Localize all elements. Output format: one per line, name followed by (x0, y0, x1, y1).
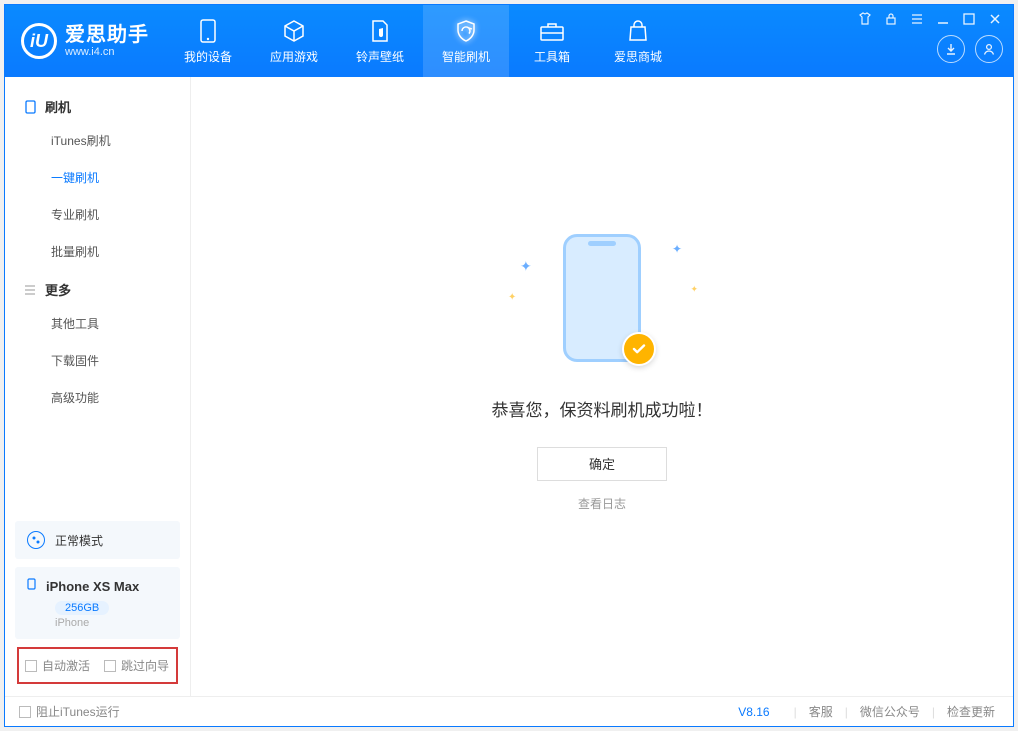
music-file-icon (367, 18, 393, 44)
nav-label: 爱思商城 (614, 48, 662, 65)
device-type: iPhone (55, 617, 168, 629)
nav-label: 我的设备 (184, 48, 232, 65)
device-icon (27, 577, 36, 595)
ok-button[interactable]: 确定 (537, 447, 667, 481)
nav-store[interactable]: 爱思商城 (595, 5, 681, 77)
sidebar-item-download-fw[interactable]: 下载固件 (5, 342, 190, 379)
mode-label: 正常模式 (55, 532, 103, 549)
view-log-link[interactable]: 查看日志 (578, 495, 626, 512)
group-title: 更多 (45, 280, 71, 299)
footer-update-link[interactable]: 检查更新 (943, 703, 999, 720)
nav-label: 工具箱 (534, 48, 570, 65)
nav-apps[interactable]: 应用游戏 (251, 5, 337, 77)
sidebar-item-advanced[interactable]: 高级功能 (5, 379, 190, 416)
sparkle-icon: ✦ (672, 242, 682, 256)
device-capacity: 256GB (55, 601, 109, 615)
sidebar: 刷机 iTunes刷机 一键刷机 专业刷机 批量刷机 更多 其他工具 下载固件 … (5, 77, 191, 696)
nav-tools[interactable]: 工具箱 (509, 5, 595, 77)
menu-icon[interactable] (909, 11, 925, 27)
minimize-icon[interactable] (935, 11, 951, 27)
titlebar: iU 爱思助手 www.i4.cn 我的设备 应用游戏 铃声壁纸 智能刷机 (5, 5, 1013, 77)
checkbox-auto-activate[interactable]: 自动激活 (25, 657, 90, 674)
nav-label: 智能刷机 (442, 48, 490, 65)
device-card[interactable]: iPhone XS Max 256GB iPhone (15, 567, 180, 639)
maximize-icon[interactable] (961, 11, 977, 27)
shield-refresh-icon (453, 18, 479, 44)
footer-support-link[interactable]: 客服 (805, 703, 837, 720)
sidebar-item-itunes-flash[interactable]: iTunes刷机 (5, 122, 190, 159)
sidebar-item-other-tools[interactable]: 其他工具 (5, 305, 190, 342)
download-icon[interactable] (937, 35, 965, 63)
success-illustration: ✦ ✦ ✦ ✦ (502, 222, 702, 372)
bag-icon (625, 18, 651, 44)
main-nav: 我的设备 应用游戏 铃声壁纸 智能刷机 工具箱 爱思商城 (165, 5, 681, 77)
app-window: iU 爱思助手 www.i4.cn 我的设备 应用游戏 铃声壁纸 智能刷机 (4, 4, 1014, 727)
logo-icon: iU (21, 23, 57, 59)
group-title: 刷机 (45, 97, 71, 116)
toolbox-icon (539, 18, 565, 44)
version-label: V8.16 (738, 705, 769, 719)
nav-label: 应用游戏 (270, 48, 318, 65)
checkmark-badge-icon (622, 332, 656, 366)
nav-media[interactable]: 铃声壁纸 (337, 5, 423, 77)
user-icon[interactable] (975, 35, 1003, 63)
app-url: www.i4.cn (65, 46, 149, 58)
statusbar: 阻止iTunes运行 V8.16 | 客服 | 微信公众号 | 检查更新 (5, 696, 1013, 726)
footer-wechat-link[interactable]: 微信公众号 (856, 703, 924, 720)
sidebar-item-pro-flash[interactable]: 专业刷机 (5, 196, 190, 233)
sidebar-group-flash: 刷机 (5, 87, 190, 122)
logo-text: 爱思助手 www.i4.cn (65, 24, 149, 58)
app-name: 爱思助手 (65, 24, 149, 46)
highlighted-options: 自动激活 跳过向导 (17, 647, 178, 684)
mode-icon (27, 531, 45, 549)
nav-device[interactable]: 我的设备 (165, 5, 251, 77)
phone-small-icon (23, 100, 37, 114)
window-controls (847, 5, 1013, 77)
device-name: iPhone XS Max (46, 579, 139, 594)
main-panel: ✦ ✦ ✦ ✦ 恭喜您，保资料刷机成功啦！ 确定 查看日志 (191, 77, 1013, 696)
sidebar-item-batch-flash[interactable]: 批量刷机 (5, 233, 190, 270)
shirt-icon[interactable] (857, 11, 873, 27)
sidebar-bottom: 正常模式 iPhone XS Max 256GB iPhone 自动激活 跳过向… (5, 511, 190, 696)
success-message: 恭喜您，保资料刷机成功啦！ (492, 396, 713, 421)
sidebar-menu: 刷机 iTunes刷机 一键刷机 专业刷机 批量刷机 更多 其他工具 下载固件 … (5, 77, 190, 511)
lock-icon[interactable] (883, 11, 899, 27)
cube-icon (281, 18, 307, 44)
content-area: 刷机 iTunes刷机 一键刷机 专业刷机 批量刷机 更多 其他工具 下载固件 … (5, 77, 1013, 696)
checkbox-skip-guide[interactable]: 跳过向导 (104, 657, 169, 674)
nav-label: 铃声壁纸 (356, 48, 404, 65)
app-logo: iU 爱思助手 www.i4.cn (5, 5, 165, 77)
close-icon[interactable] (987, 11, 1003, 27)
list-icon (23, 283, 37, 297)
nav-flash[interactable]: 智能刷机 (423, 5, 509, 77)
mode-card[interactable]: 正常模式 (15, 521, 180, 559)
sidebar-item-oneclick-flash[interactable]: 一键刷机 (5, 159, 190, 196)
sparkle-icon: ✦ (690, 284, 698, 295)
sparkle-icon: ✦ (520, 258, 532, 275)
phone-icon (195, 18, 221, 44)
sidebar-group-more: 更多 (5, 270, 190, 305)
sparkle-icon: ✦ (508, 292, 516, 303)
checkbox-block-itunes[interactable]: 阻止iTunes运行 (19, 703, 120, 720)
